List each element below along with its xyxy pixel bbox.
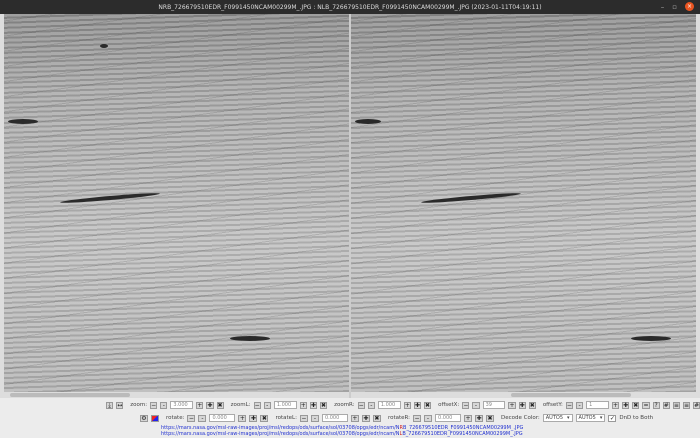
zoomL-decrease-large[interactable]: − <box>253 401 261 409</box>
zoom-reset[interactable]: ✖ <box>216 401 224 409</box>
offsetX-label: offsetX: <box>438 402 460 408</box>
url-prefix: https://mars.nasa.gov/msl-raw-images/pro… <box>161 431 400 437</box>
rotateL-increase[interactable]: + <box>350 414 359 422</box>
rotateL-decrease[interactable]: - <box>310 414 319 422</box>
vertical-scrollbar[interactable] <box>0 14 4 392</box>
left-image-url[interactable]: https://mars.nasa.gov/msl-raw-images/pro… <box>161 431 523 437</box>
download-icon[interactable]: ⤓ <box>106 401 114 409</box>
offsetY-decrease[interactable]: - <box>576 401 584 409</box>
decode-color-right-select[interactable]: AUTO5 ▾ <box>575 414 606 422</box>
vertical-scrollbar[interactable] <box>696 14 700 392</box>
decode-right-value: AUTO5 <box>578 415 596 421</box>
fit-icon[interactable]: ↔ <box>116 401 124 409</box>
zoomL-label: zoomL: <box>230 402 251 408</box>
zoom-increase-large[interactable]: ✚ <box>206 401 214 409</box>
stereo-views <box>0 14 700 398</box>
url-suffix: B_726679510EDR_F0991450NCAM00299M_.JPG <box>402 431 523 437</box>
offsetX-decrease[interactable]: - <box>472 401 480 409</box>
right-eye-image-pane[interactable] <box>0 14 349 398</box>
maximize-button[interactable]: ▫ <box>672 3 677 11</box>
layout-grid-icon[interactable]: # <box>662 401 670 409</box>
layout-rows-icon[interactable]: ≡ <box>672 401 680 409</box>
title-bar: NRB_726679510EDR_F0991450NCAM00299M_.JPG… <box>0 0 700 14</box>
rotateR-decrease[interactable]: - <box>424 414 433 422</box>
zoom-decrease-large[interactable]: − <box>150 401 158 409</box>
zoomL-input[interactable]: 1.000 <box>273 401 297 409</box>
zoomR-reset[interactable]: ✖ <box>423 401 432 409</box>
zoomR-decrease-large[interactable]: − <box>357 401 365 409</box>
dnd-to-both-label: DnD to Both <box>619 415 654 421</box>
horizontal-scrollbar[interactable] <box>351 392 700 398</box>
offsetY-increase-large[interactable]: ✚ <box>622 401 630 409</box>
zoomL-increase-large[interactable]: ✚ <box>309 401 317 409</box>
zoomL-increase[interactable]: + <box>299 401 307 409</box>
rotateL-increase-large[interactable]: ✚ <box>361 414 370 422</box>
left-eye-image-pane[interactable] <box>351 14 700 398</box>
rock <box>60 191 160 205</box>
decode-left-value: AUTO5 <box>545 415 564 421</box>
rotate-decrease[interactable]: - <box>198 414 207 422</box>
offsetY-label: offsetY: <box>542 402 563 408</box>
rotate-reset[interactable]: ✖ <box>260 414 269 422</box>
decode-color-left-select[interactable]: AUTO5 ▾ <box>542 414 573 422</box>
rotateL-label: rotateL: <box>275 415 297 421</box>
zoom-offset-toolbar: ⤓ ↔ zoom: − - 3.000 + ✚ ✖ zoomL: − - 1.000 +… <box>0 401 700 409</box>
offsetY-reset[interactable]: ✖ <box>632 401 640 409</box>
rotate-increase-large[interactable]: ✚ <box>249 414 258 422</box>
zoom-input[interactable]: 3.000 <box>170 401 194 409</box>
zoomR-increase[interactable]: + <box>403 401 411 409</box>
rotateL-reset[interactable]: ✖ <box>372 414 381 422</box>
chevron-down-icon: ▾ <box>599 415 603 421</box>
zoomL-decrease[interactable]: - <box>263 401 271 409</box>
rock <box>631 336 671 341</box>
zoomR-decrease[interactable]: - <box>367 401 375 409</box>
layout-split-icon[interactable]: ≡ <box>682 401 691 409</box>
rotateR-increase[interactable]: + <box>464 414 473 422</box>
help-icon[interactable]: ? <box>652 401 660 409</box>
rotate-input[interactable]: 0.000 <box>209 414 236 422</box>
zoom-label: zoom: <box>130 402 148 408</box>
dnd-to-both-checkbox[interactable]: ✓ <box>608 414 617 422</box>
rock <box>230 336 270 341</box>
rotateR-label: rotateR: <box>387 415 411 421</box>
window-title: NRB_726679510EDR_F0991450NCAM00299M_.JPG… <box>158 3 542 11</box>
settings-icon[interactable]: ⚙ <box>140 414 148 422</box>
offsetY-input[interactable]: 1 <box>586 401 609 409</box>
rotate-label: rotate: <box>166 415 185 421</box>
rock <box>355 119 381 124</box>
offsetX-decrease-large[interactable]: − <box>462 401 470 409</box>
zoom-increase[interactable]: + <box>196 401 204 409</box>
rotate-color-toolbar: ⚙ rotate: − - 0.000 + ✚ ✖ rotateL: − - 0.000… <box>0 414 700 422</box>
rotateL-decrease-large[interactable]: − <box>299 414 308 422</box>
rotateR-decrease-large[interactable]: − <box>413 414 422 422</box>
rotate-decrease-large[interactable]: − <box>187 414 196 422</box>
rotateR-increase-large[interactable]: ✚ <box>475 414 484 422</box>
zoomR-label: zoomR: <box>334 402 355 408</box>
zoomR-increase-large[interactable]: ✚ <box>413 401 421 409</box>
rotateR-reset[interactable]: ✖ <box>486 414 495 422</box>
rotate-increase[interactable]: + <box>238 414 247 422</box>
offsetX-reset[interactable]: ✖ <box>528 401 536 409</box>
horizontal-scrollbar[interactable] <box>0 392 349 398</box>
minimize-button[interactable]: – <box>661 3 665 11</box>
close-button[interactable]: × <box>685 2 694 11</box>
offsetY-increase[interactable]: + <box>611 401 620 409</box>
offsetX-input[interactable]: 39 <box>482 401 506 409</box>
offsetX-increase[interactable]: + <box>508 401 516 409</box>
rock <box>421 191 521 205</box>
zoom-decrease[interactable]: - <box>160 401 168 409</box>
offsetY-decrease-large[interactable]: − <box>565 401 573 409</box>
rock <box>8 119 38 124</box>
zoomR-input[interactable]: 1.000 <box>377 401 401 409</box>
layout-tiles-icon[interactable]: # <box>693 401 700 409</box>
decode-color-label: Decode Color: <box>501 415 540 421</box>
color-icon[interactable] <box>151 414 159 422</box>
offsetX-increase-large[interactable]: ✚ <box>518 401 526 409</box>
chevron-down-icon: ▾ <box>567 415 570 421</box>
zoomL-reset[interactable]: ✖ <box>319 401 328 409</box>
rotateR-input[interactable]: 0.000 <box>435 414 462 422</box>
swap-icon[interactable]: = <box>642 401 650 409</box>
rotateL-input[interactable]: 0.000 <box>321 414 348 422</box>
rock <box>100 44 108 48</box>
